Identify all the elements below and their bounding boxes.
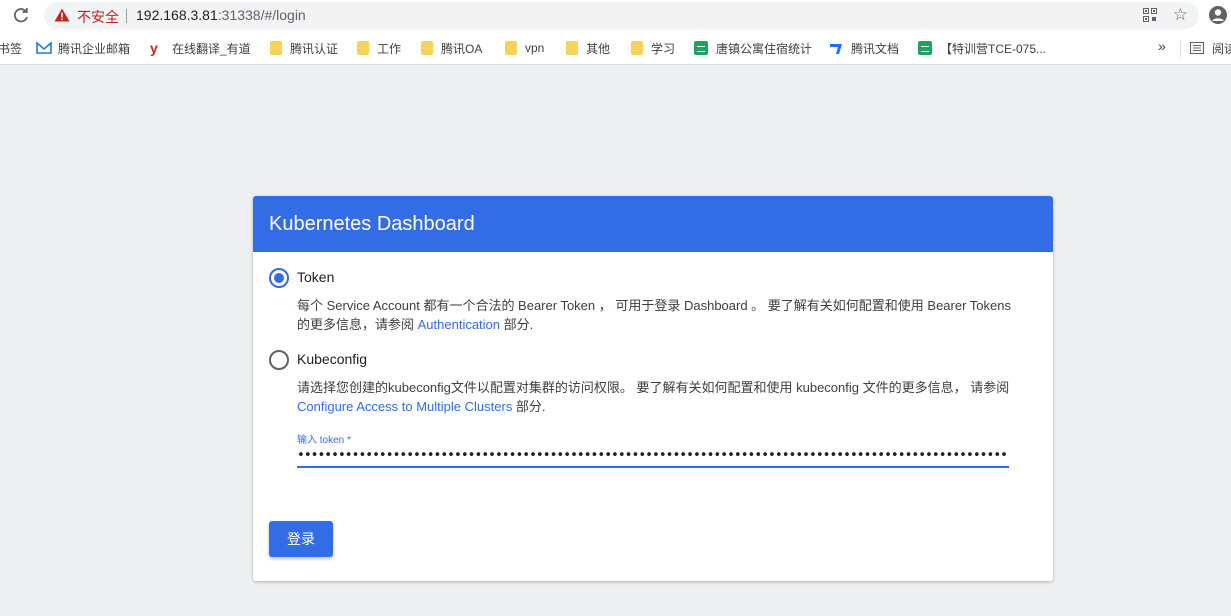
reading-list-icon xyxy=(1190,41,1204,55)
token-label: Token xyxy=(297,269,335,285)
security-label[interactable]: 不安全 xyxy=(77,7,119,27)
token-desc-end: 部分. xyxy=(500,317,534,332)
bookmark-item[interactable]: y 在线翻译_有道 xyxy=(150,40,251,56)
bookmark-label: 【特训营TCE-075... xyxy=(940,41,1047,56)
folder-icon xyxy=(631,41,643,55)
url-text[interactable]: 192.168.3.81:31338/#/login xyxy=(136,7,306,23)
bookmark-label: 学习 xyxy=(651,41,676,56)
reading-list-item[interactable]: 阅读 xyxy=(1190,40,1231,56)
bookmark-item[interactable]: 学习 xyxy=(631,40,675,56)
youdao-icon: y xyxy=(150,40,158,56)
bookmark-item[interactable]: 腾讯OA xyxy=(421,40,482,56)
bookmark-label: 工作 xyxy=(377,41,402,56)
bookmark-label: 腾讯文档 xyxy=(851,41,900,56)
bookmark-star-icon[interactable]: ☆ xyxy=(1173,6,1188,23)
bookmark-item[interactable]: 腾讯文档 xyxy=(829,40,899,56)
folder-icon xyxy=(270,41,282,55)
card-title: Kubernetes Dashboard xyxy=(253,196,1053,252)
bookmark-label: 在线翻译_有道 xyxy=(172,41,251,56)
bookmark-item[interactable]: 工作 xyxy=(357,40,401,56)
bookmark-item[interactable]: 腾讯企业邮箱 xyxy=(36,40,130,56)
bookmark-label: 其他 xyxy=(586,41,611,56)
browser-toolbar: 不安全 192.168.3.81:31338/#/login ☆ xyxy=(0,0,1231,32)
folder-icon xyxy=(421,41,433,55)
profile-icon[interactable] xyxy=(1208,5,1228,30)
warning-icon xyxy=(54,8,70,27)
bookmarks-bar: 书签 腾讯企业邮箱 y 在线翻译_有道 腾讯认证 工作 腾讯OA vpn 其他 学… xyxy=(0,32,1231,65)
bookmark-label: 阅读 xyxy=(1212,41,1231,56)
bookmark-item[interactable]: 【特训营TCE-075... xyxy=(918,40,1046,56)
folder-icon xyxy=(505,41,517,55)
token-radio[interactable] xyxy=(269,268,289,288)
kubeconfig-label: Kubeconfig xyxy=(297,351,368,367)
more-bookmarks-icon[interactable]: » xyxy=(1158,38,1166,54)
kubeconfig-desc-text: 请选择您创建的kubeconfig文件以配置对集群的访问权限。 要了解有关如何配… xyxy=(297,380,1010,395)
kubeconfig-description: 请选择您创建的kubeconfig文件以配置对集群的访问权限。 要了解有关如何配… xyxy=(297,378,1015,416)
token-input[interactable] xyxy=(297,444,1009,468)
login-card: Kubernetes Dashboard Token 每个 Service Ac… xyxy=(253,196,1053,581)
bookmark-label: 腾讯企业邮箱 xyxy=(58,41,131,56)
token-desc-text: 每个 Service Account 都有一个合法的 Bearer Token … xyxy=(297,298,1011,332)
kubeconfig-radio[interactable] xyxy=(269,350,289,370)
url-path: :31338/#/login xyxy=(217,7,306,23)
bookmark-item[interactable]: 其他 xyxy=(566,40,610,56)
bookmark-item[interactable]: 书签 xyxy=(0,40,22,56)
bookmark-item[interactable]: 腾讯认证 xyxy=(270,40,338,56)
token-description: 每个 Service Account 都有一个合法的 Bearer Token … xyxy=(297,296,1015,334)
folder-icon xyxy=(357,41,369,55)
bookmark-label: 腾讯OA xyxy=(441,41,483,56)
kubeconfig-desc-end: 部分. xyxy=(512,399,546,414)
bookmark-label: vpn xyxy=(525,41,545,55)
bookmark-label: 腾讯认证 xyxy=(290,41,339,56)
divider xyxy=(1180,41,1181,57)
bookmark-label: 唐镇公寓住宿统计 xyxy=(716,41,813,56)
sheet-icon xyxy=(694,41,708,55)
divider xyxy=(126,9,127,23)
bookmark-item[interactable]: vpn xyxy=(505,40,544,56)
tencent-mail-icon xyxy=(36,41,52,55)
folder-icon xyxy=(566,41,578,55)
bookmark-label: 书签 xyxy=(0,41,23,56)
url-host: 192.168.3.81 xyxy=(136,7,218,23)
login-button[interactable]: 登录 xyxy=(269,521,333,557)
authentication-link[interactable]: Authentication xyxy=(418,317,500,332)
bookmark-item[interactable]: 唐镇公寓住宿统计 xyxy=(694,40,812,56)
qr-code-icon[interactable] xyxy=(1143,8,1157,27)
sheet-icon xyxy=(918,41,932,55)
reload-icon[interactable] xyxy=(10,5,32,27)
configure-access-link[interactable]: Configure Access to Multiple Clusters xyxy=(297,399,512,414)
tencent-docs-icon xyxy=(829,41,843,55)
address-bar[interactable]: 不安全 192.168.3.81:31338/#/login ☆ xyxy=(44,2,1199,29)
